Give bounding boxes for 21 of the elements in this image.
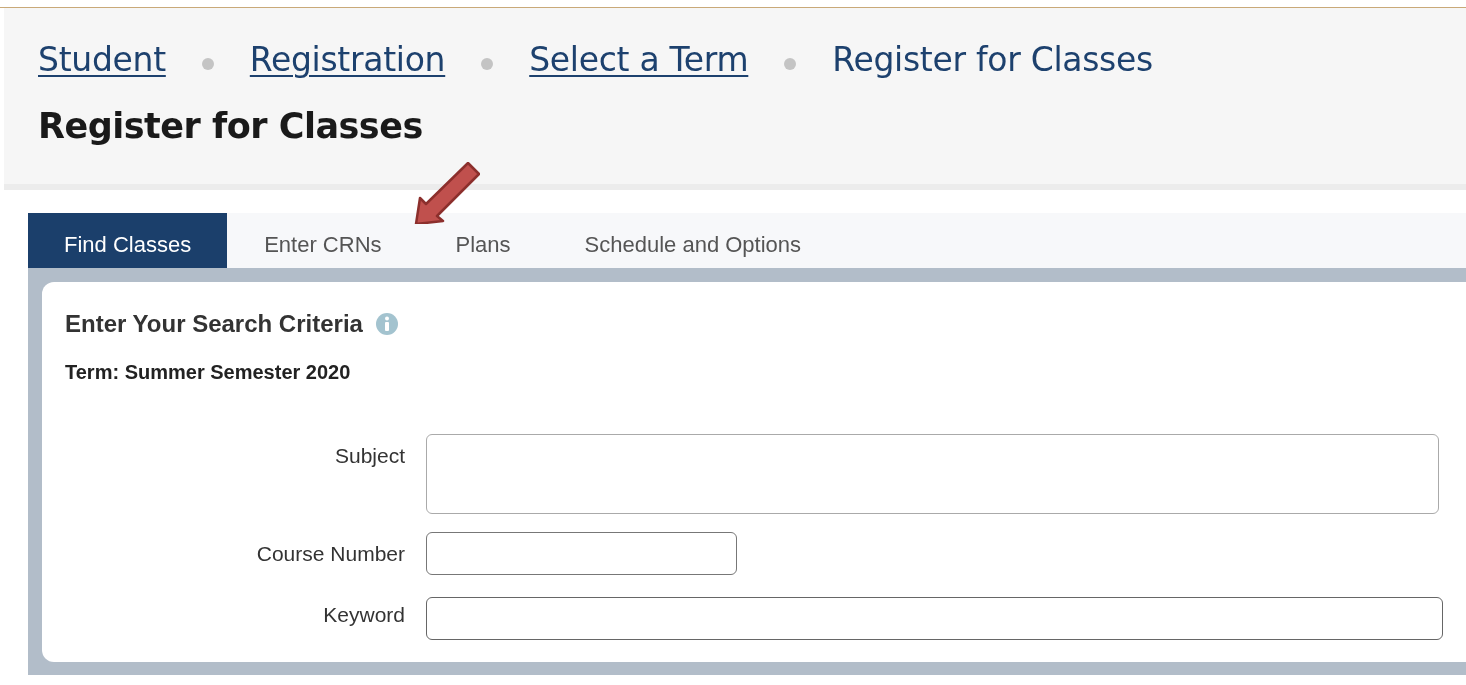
select-field[interactable] — [426, 434, 1439, 514]
section-heading: Enter Your Search Criteria — [65, 310, 363, 338]
breadcrumb-link[interactable]: Student — [38, 39, 166, 79]
tab[interactable]: Schedule and Options — [547, 213, 839, 268]
field-label: Keyword — [322, 602, 405, 627]
breadcrumb-current: Register for Classes — [832, 39, 1153, 79]
field-label: Subject — [333, 443, 405, 468]
annotation-arrow — [414, 162, 480, 224]
separator-dot — [481, 58, 494, 70]
separator-dot — [784, 58, 797, 70]
term-label: Term: Summer Semester 2020 — [65, 361, 352, 384]
input-field[interactable] — [426, 532, 737, 575]
tab[interactable]: Plans — [418, 213, 548, 268]
separator-dot — [201, 58, 214, 70]
page-title: Register for Classes — [38, 106, 424, 146]
tab[interactable]: Find Classes — [28, 213, 228, 268]
input-field[interactable] — [426, 597, 1443, 640]
tab[interactable]: Enter CRNs — [227, 213, 419, 268]
breadcrumb-link[interactable]: Select a Term — [529, 39, 749, 79]
field-label: Course Number — [255, 541, 405, 566]
breadcrumb-link[interactable]: Registration — [249, 39, 446, 79]
